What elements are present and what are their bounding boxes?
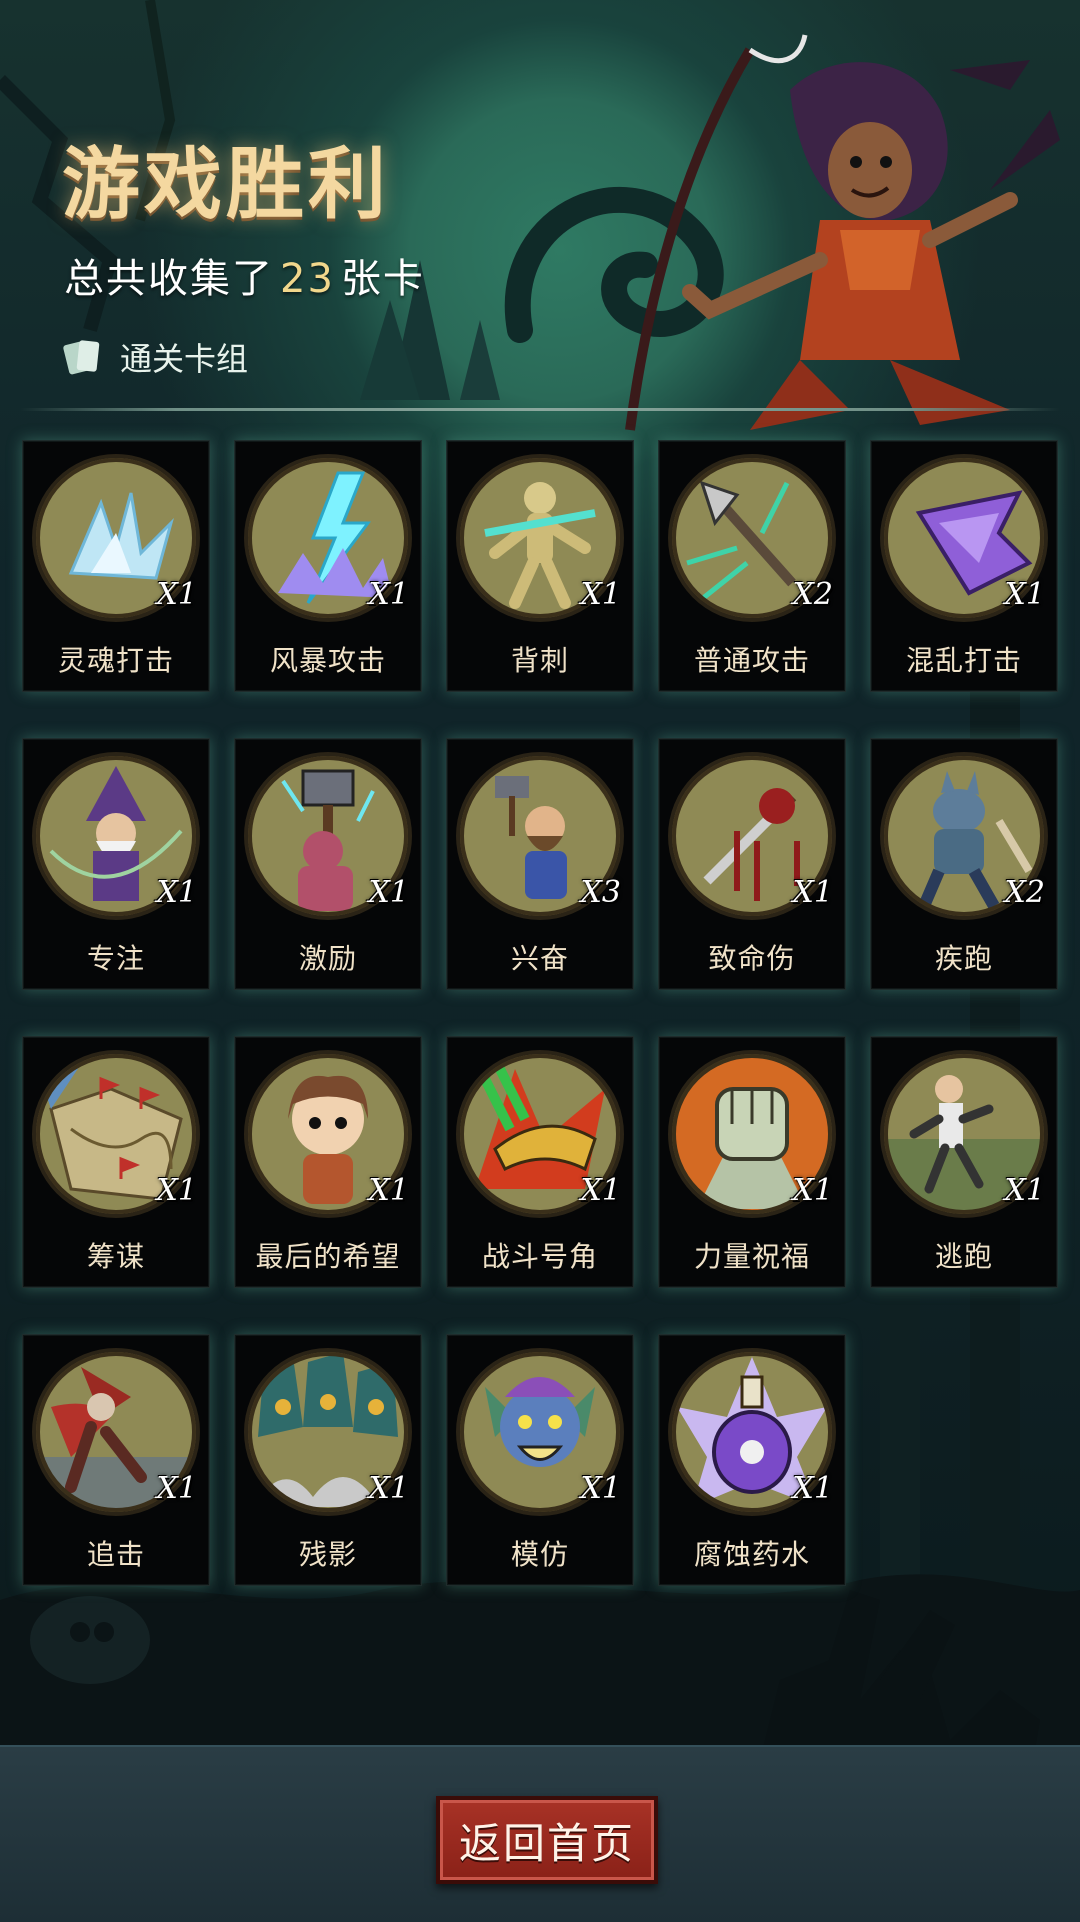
card-bloody-knife[interactable]: X1 致命伤 (658, 738, 846, 990)
card-name: 战斗号角 (481, 1240, 598, 1273)
card-mannequin[interactable]: X1 背刺 (446, 440, 634, 692)
card-quantity: X1 (580, 577, 621, 612)
card-name: 普通攻击 (693, 644, 810, 677)
card-name: 背刺 (510, 644, 569, 677)
card-crystal[interactable]: X1 灵魂打击 (22, 440, 210, 692)
card-quantity: X1 (156, 1173, 197, 1208)
card-fist[interactable]: X1 力量祝福 (658, 1036, 846, 1288)
card-name: 模仿 (510, 1538, 569, 1571)
card-quantity: X1 (580, 1173, 621, 1208)
card-goblin[interactable]: X1 模仿 (446, 1334, 634, 1586)
card-name: 灵魂打击 (57, 644, 174, 677)
cleared-deck-link[interactable]: 通关卡组 (62, 334, 248, 380)
card-quantity: X2 (1004, 875, 1045, 910)
card-quantity: X1 (580, 1471, 621, 1506)
summary-prefix: 总共收集了 (64, 256, 274, 302)
cards-icon (63, 340, 100, 375)
header-divider (20, 408, 1060, 411)
card-name: 残影 (298, 1538, 357, 1571)
card-quantity: X1 (156, 875, 197, 910)
card-quantity: X1 (368, 577, 409, 612)
card-quantity: X1 (368, 875, 409, 910)
card-hammer-brute[interactable]: X1 激励 (234, 738, 422, 990)
cards-collected-summary: 总共收集了 23 张卡 (64, 246, 425, 304)
card-lightning[interactable]: X1 风暴攻击 (234, 440, 422, 692)
card-quantity: X2 (792, 577, 833, 612)
card-quantity: X1 (368, 1471, 409, 1506)
collected-count: 23 (280, 256, 335, 302)
card-name: 疾跑 (934, 942, 993, 975)
card-potion[interactable]: X1 腐蚀药水 (658, 1334, 846, 1586)
card-name: 激励 (298, 942, 357, 975)
card-name: 腐蚀药水 (693, 1538, 810, 1571)
card-name: 力量祝福 (693, 1240, 810, 1273)
card-quantity: X1 (156, 1471, 197, 1506)
card-quantity: X1 (368, 1173, 409, 1208)
card-horn[interactable]: X1 战斗号角 (446, 1036, 634, 1288)
card-girl[interactable]: X1 最后的希望 (234, 1036, 422, 1288)
card-name: 专注 (86, 942, 145, 975)
card-map[interactable]: X1 筹谋 (22, 1036, 210, 1288)
card-name: 最后的希望 (255, 1240, 401, 1273)
card-quantity: X3 (580, 875, 621, 910)
card-hooded-group[interactable]: X1 残影 (234, 1334, 422, 1586)
card-name: 追击 (86, 1538, 145, 1571)
card-quantity: X1 (792, 1173, 833, 1208)
card-werewolf[interactable]: X2 疾跑 (870, 738, 1058, 990)
card-running-man[interactable]: X1 逃跑 (870, 1036, 1058, 1288)
card-name: 风暴攻击 (269, 644, 386, 677)
card-dwarf[interactable]: X3 兴奋 (446, 738, 634, 990)
card-chaser[interactable]: X1 追击 (22, 1334, 210, 1586)
card-name: 致命伤 (708, 942, 796, 975)
card-name: 逃跑 (934, 1240, 993, 1273)
card-name: 兴奋 (510, 942, 569, 975)
card-wizard[interactable]: X1 专注 (22, 738, 210, 990)
card-name: 混乱打击 (905, 644, 1022, 677)
card-quantity: X1 (1004, 577, 1045, 612)
card-quantity: X1 (792, 1471, 833, 1506)
hero-archer-illustration (625, 34, 1060, 431)
victory-title: 游戏胜利 (62, 140, 391, 230)
card-grid: X1 灵魂打击 X1 风暴攻击 X1 背刺 X2 普通攻击 X1 混乱打击 X1 专注 X1 激励 X3 兴奋… (22, 440, 1062, 1586)
card-quantity: X1 (792, 875, 833, 910)
card-purple-blade[interactable]: X1 混乱打击 (870, 440, 1058, 692)
return-home-button[interactable]: 返回首页 (436, 1796, 658, 1884)
summary-suffix: 张卡 (340, 256, 425, 302)
card-name: 筹谋 (86, 1240, 145, 1273)
card-spear[interactable]: X2 普通攻击 (658, 440, 846, 692)
card-quantity: X1 (1004, 1173, 1045, 1208)
cleared-deck-label: 通关卡组 (120, 340, 249, 378)
card-quantity: X1 (156, 577, 197, 612)
